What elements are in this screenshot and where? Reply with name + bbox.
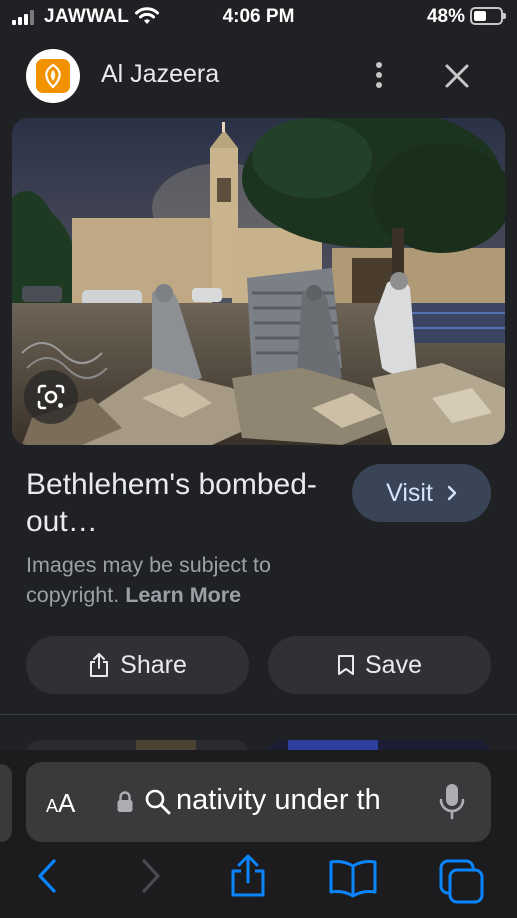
result-header: Al Jazeera bbox=[0, 44, 517, 106]
text-size-small: A bbox=[46, 796, 59, 816]
previous-tab-peek[interactable] bbox=[0, 764, 12, 842]
bookmarks-icon[interactable] bbox=[328, 858, 378, 898]
site-name[interactable]: Al Jazeera bbox=[101, 60, 219, 89]
result-title[interactable]: Bethlehem's bombed-out… bbox=[26, 466, 326, 540]
google-lens-button[interactable] bbox=[24, 370, 78, 424]
status-bar: JAWWAL 4:06 PM 48% bbox=[0, 0, 517, 36]
visit-button[interactable]: Visit bbox=[352, 464, 491, 522]
share-icon bbox=[90, 653, 109, 677]
save-label: Save bbox=[365, 650, 422, 679]
forward-icon[interactable] bbox=[140, 858, 162, 894]
nativity-scene-image bbox=[12, 118, 505, 445]
text-size-big: A bbox=[58, 788, 76, 818]
save-button[interactable]: Save bbox=[268, 636, 491, 694]
address-bar[interactable]: AA nativity under th bbox=[26, 762, 491, 842]
browser-toolbar bbox=[0, 850, 517, 910]
address-text[interactable]: nativity under th bbox=[176, 784, 421, 817]
bookmark-icon bbox=[338, 655, 354, 675]
browser-bottom-bar: AA nativity under th bbox=[0, 750, 517, 918]
result-image[interactable] bbox=[12, 118, 505, 445]
back-icon[interactable] bbox=[36, 858, 58, 894]
lock-icon bbox=[117, 791, 133, 812]
text-size-button[interactable]: AA bbox=[46, 788, 75, 819]
share-sheet-icon[interactable] bbox=[228, 854, 268, 898]
tabs-icon[interactable] bbox=[438, 858, 486, 904]
learn-more-link[interactable]: Learn More bbox=[125, 583, 241, 607]
site-logo[interactable] bbox=[26, 49, 80, 103]
search-icon bbox=[145, 789, 171, 815]
share-label: Share bbox=[120, 650, 187, 679]
close-icon[interactable] bbox=[443, 62, 471, 90]
divider bbox=[0, 714, 517, 715]
aljazeera-logo-icon bbox=[36, 59, 70, 93]
share-button[interactable]: Share bbox=[26, 636, 249, 694]
battery-percent: 48% bbox=[426, 6, 465, 27]
chevron-right-icon bbox=[447, 485, 457, 501]
more-options-icon[interactable] bbox=[370, 60, 390, 90]
battery-icon bbox=[470, 7, 506, 25]
copyright-notice: Images may be subject to copyright. Lear… bbox=[26, 550, 346, 610]
lens-icon bbox=[37, 384, 65, 410]
microphone-icon[interactable] bbox=[438, 782, 466, 822]
visit-label: Visit bbox=[386, 478, 433, 507]
